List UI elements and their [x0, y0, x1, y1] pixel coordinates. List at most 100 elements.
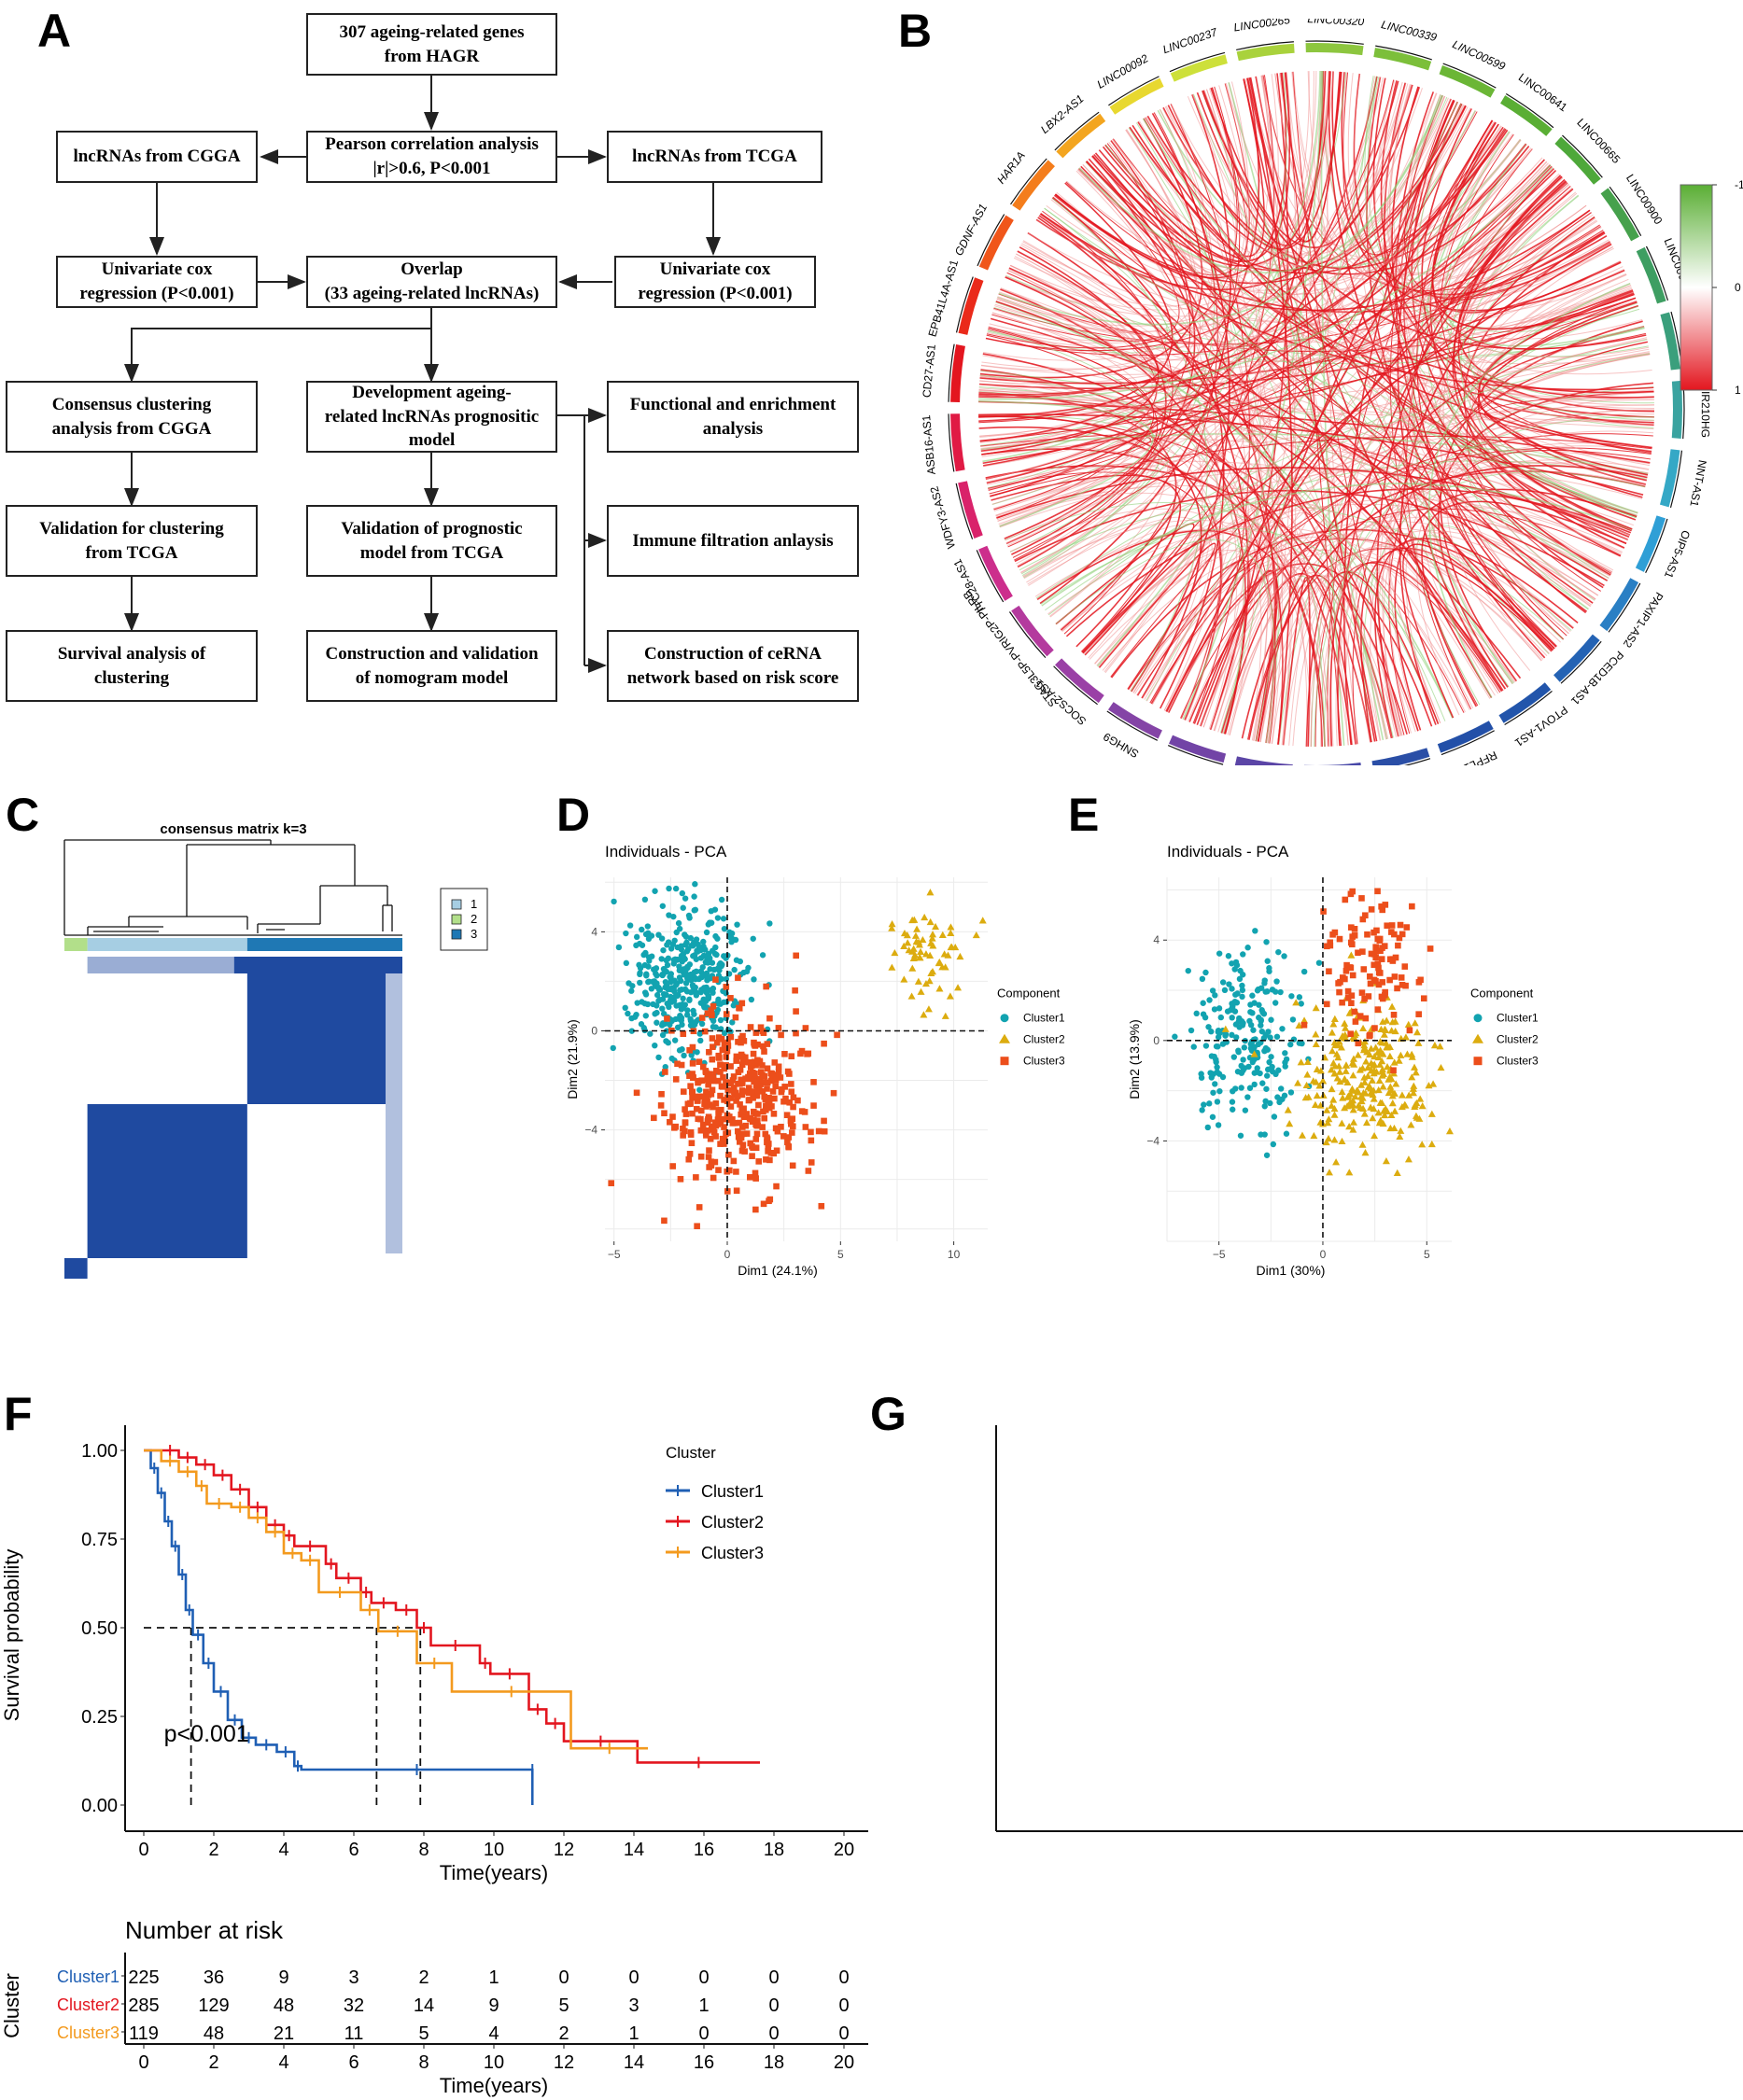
point-cluster1	[685, 912, 693, 919]
point-cluster3	[682, 1127, 688, 1135]
point-cluster1	[691, 969, 697, 976]
point-cluster3	[754, 1122, 762, 1129]
point-cluster3	[608, 1180, 614, 1186]
point-cluster2	[1339, 1094, 1347, 1101]
point-cluster3	[780, 1098, 787, 1105]
risk-value: 0	[698, 1967, 709, 1988]
point-cluster3	[704, 1010, 711, 1017]
point-cluster3	[749, 1153, 755, 1159]
point-cluster3	[752, 1206, 759, 1213]
point-cluster3	[810, 1102, 817, 1109]
sector-label: NNT-AS1	[1687, 459, 1709, 509]
point-cluster1	[728, 930, 736, 937]
point-cluster3	[1392, 954, 1399, 961]
point-cluster1	[1266, 965, 1272, 972]
point-cluster2	[1338, 1119, 1346, 1127]
point-cluster3	[1420, 995, 1427, 1002]
point-cluster3	[721, 1141, 727, 1147]
box-immune-filtration: Immune filtration anlaysis	[607, 505, 859, 577]
point-cluster3	[1409, 903, 1415, 910]
point-cluster1	[633, 942, 640, 949]
point-cluster2	[1398, 1091, 1406, 1099]
y-tick-label: −4	[584, 1124, 597, 1137]
point-cluster3	[1349, 972, 1356, 979]
point-cluster3	[1329, 931, 1336, 938]
risk-x-tick-label: 20	[834, 2052, 854, 2073]
box-univariate-right: Univariate cox regression (P<0.001)	[614, 256, 816, 308]
heatmap-block	[386, 973, 402, 1253]
point-cluster1	[1254, 1069, 1260, 1075]
point-cluster1	[1212, 1081, 1218, 1087]
point-cluster1	[637, 970, 643, 976]
point-cluster3	[738, 1051, 745, 1058]
point-cluster3	[821, 1117, 827, 1125]
risk-x-tick-label: 10	[484, 2052, 504, 2073]
point-cluster2	[1312, 1030, 1320, 1038]
point-cluster3	[737, 1066, 744, 1073]
point-cluster3	[772, 1076, 780, 1084]
point-cluster1	[1267, 1099, 1273, 1107]
point-cluster2	[908, 964, 917, 972]
point-cluster3	[704, 1076, 711, 1084]
point-cluster3	[747, 1024, 754, 1030]
point-cluster1	[643, 971, 650, 977]
point-cluster1	[1254, 987, 1261, 994]
point-cluster1	[1264, 988, 1271, 995]
point-cluster1	[645, 978, 653, 985]
point-cluster1	[1212, 992, 1218, 999]
risk-value: 48	[274, 1995, 294, 2016]
point-cluster3	[1394, 985, 1400, 992]
point-cluster1	[1210, 1089, 1216, 1096]
point-cluster1	[1270, 1141, 1277, 1148]
point-cluster2	[946, 992, 954, 1000]
x-tick-label: −5	[608, 1248, 621, 1261]
point-cluster1	[662, 978, 669, 986]
point-cluster1	[712, 1024, 719, 1030]
point-cluster2	[1286, 1119, 1294, 1127]
risk-value: 0	[558, 1967, 569, 1988]
x-tick-label: −5	[1213, 1248, 1226, 1261]
risk-value: 0	[768, 1995, 779, 2016]
point-cluster3	[755, 1158, 763, 1165]
sector-label: SNHG9	[1101, 730, 1141, 761]
point-cluster3	[1349, 888, 1356, 895]
point-cluster3	[733, 1057, 740, 1064]
point-cluster3	[1336, 935, 1343, 943]
legend-label: Cluster3	[701, 1544, 764, 1562]
point-cluster3	[1342, 967, 1350, 974]
risk-x-tick-label: 16	[694, 2052, 714, 2073]
point-cluster3	[792, 987, 798, 994]
risk-row-label: Cluster2	[57, 1995, 119, 2014]
point-cluster1	[655, 1054, 662, 1061]
heatmap-block-cluster2	[64, 1258, 88, 1279]
point-cluster3	[808, 1128, 814, 1136]
point-cluster1	[1262, 1044, 1270, 1052]
point-cluster3	[717, 1092, 724, 1099]
point-cluster2	[1313, 1091, 1321, 1099]
risk-value: 0	[768, 2023, 779, 2044]
point-cluster3	[1374, 1006, 1382, 1013]
risk-value: 5	[418, 2023, 429, 2044]
risk-value: 2	[418, 1967, 429, 1988]
point-cluster2	[1298, 1131, 1306, 1139]
point-cluster3	[710, 1123, 717, 1130]
point-cluster1	[693, 956, 700, 962]
point-cluster1	[1200, 1000, 1206, 1006]
point-cluster1	[1238, 1085, 1244, 1091]
point-cluster1	[1241, 1044, 1248, 1051]
point-cluster1	[700, 952, 708, 959]
point-cluster3	[1371, 1025, 1378, 1031]
legend-marker	[1473, 1057, 1483, 1066]
point-cluster3	[662, 1069, 668, 1075]
point-cluster1	[678, 1015, 685, 1021]
point-cluster3	[712, 1099, 720, 1107]
point-cluster2	[926, 889, 935, 896]
flowchart-arrows	[124, 75, 721, 673]
point-cluster3	[761, 1048, 767, 1055]
point-cluster1	[1219, 979, 1227, 986]
point-cluster1	[1185, 967, 1191, 974]
point-cluster2	[1330, 1136, 1339, 1143]
point-cluster3	[735, 974, 741, 981]
point-cluster3	[1401, 963, 1409, 970]
point-cluster3	[739, 1109, 746, 1115]
